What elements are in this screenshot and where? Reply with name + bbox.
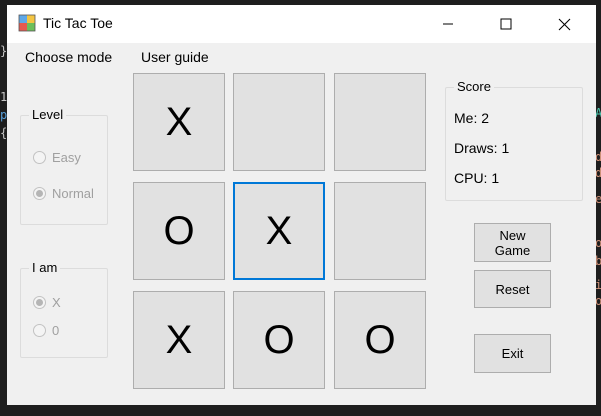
score-me: Me: 2 bbox=[454, 110, 490, 126]
app-icon bbox=[18, 14, 36, 32]
title-bar[interactable]: Tic Tac Toe bbox=[7, 5, 596, 43]
level-group-label: Level bbox=[29, 107, 67, 122]
iam-group-label: I am bbox=[29, 260, 61, 275]
board-cell-6[interactable] bbox=[334, 182, 426, 280]
new-game-label-line2: Game bbox=[494, 242, 531, 258]
board-cell-1[interactable]: X bbox=[133, 73, 225, 171]
menu-bar: Choose mode User guide bbox=[7, 45, 596, 71]
menu-choose-mode[interactable]: Choose mode bbox=[25, 49, 112, 65]
score-groupbox: Score Me: 2 Draws: 1 CPU: 1 bbox=[445, 79, 583, 201]
board-cell-4[interactable]: O bbox=[133, 182, 225, 280]
maximize-icon bbox=[500, 18, 512, 30]
level-normal-label: Normal bbox=[52, 186, 94, 201]
board-cell-7[interactable]: X bbox=[133, 291, 225, 389]
score-draws: Draws: 1 bbox=[454, 140, 510, 156]
iam-x-label: X bbox=[52, 295, 61, 310]
score-group-label: Score bbox=[454, 79, 494, 94]
board-cell-9[interactable]: O bbox=[334, 291, 426, 389]
close-icon bbox=[558, 18, 570, 30]
iam-groupbox: I am X 0 bbox=[20, 260, 108, 358]
radio-unchecked-icon bbox=[33, 151, 46, 164]
minimize-icon bbox=[443, 23, 453, 25]
board-cell-2[interactable] bbox=[233, 73, 325, 171]
board-cell-8[interactable]: O bbox=[233, 291, 325, 389]
board-cell-5[interactable]: X bbox=[233, 182, 325, 280]
exit-button[interactable]: Exit bbox=[474, 334, 551, 373]
score-cpu: CPU: 1 bbox=[454, 170, 500, 186]
iam-x-radio[interactable]: X bbox=[33, 295, 61, 310]
board-cell-3[interactable] bbox=[334, 73, 426, 171]
radio-checked-icon bbox=[33, 187, 46, 200]
level-groupbox: Level Easy Normal bbox=[20, 107, 108, 225]
menu-user-guide[interactable]: User guide bbox=[141, 49, 209, 65]
iam-o-label: 0 bbox=[52, 323, 60, 338]
level-easy-label: Easy bbox=[52, 150, 81, 165]
radio-checked-icon bbox=[33, 296, 46, 309]
new-game-button[interactable]: New Game bbox=[474, 223, 551, 262]
minimize-button[interactable] bbox=[419, 5, 477, 43]
new-game-label-line1: New bbox=[499, 227, 526, 243]
tic-tac-toe-window: Tic Tac Toe Choose mode User guide Level bbox=[7, 5, 596, 405]
level-normal-radio[interactable]: Normal bbox=[33, 186, 94, 201]
level-easy-radio[interactable]: Easy bbox=[33, 150, 81, 165]
iam-o-radio[interactable]: 0 bbox=[33, 323, 59, 338]
maximize-button[interactable] bbox=[477, 5, 535, 43]
reset-button[interactable]: Reset bbox=[474, 270, 551, 308]
close-button[interactable] bbox=[535, 5, 593, 43]
radio-unchecked-icon bbox=[33, 324, 46, 337]
window-title: Tic Tac Toe bbox=[43, 15, 113, 31]
